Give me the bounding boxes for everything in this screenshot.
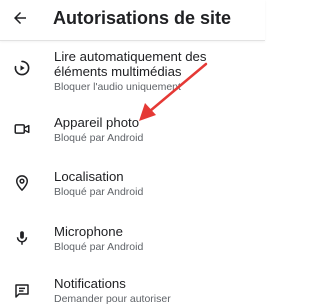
permission-status: Demander pour autoriser bbox=[54, 293, 171, 305]
permission-title: Appareil photo bbox=[54, 115, 140, 130]
permission-item-microphone[interactable]: Microphone Bloqué par Android bbox=[0, 219, 265, 259]
permission-item-notifications[interactable]: Notifications Demander pour autoriser bbox=[0, 273, 265, 305]
permission-status: Bloqué par Android bbox=[54, 132, 144, 144]
app-bar: Autorisations de site bbox=[0, 0, 265, 41]
permission-item-autoplay[interactable]: Lire automatiquement des éléments multim… bbox=[0, 44, 265, 93]
permission-item-camera[interactable]: Appareil photo Bloqué par Android bbox=[0, 110, 265, 150]
camera-icon bbox=[13, 120, 31, 138]
permission-status: Bloquer l'audio uniquement bbox=[54, 81, 181, 93]
permission-status: Bloqué par Android bbox=[54, 186, 144, 198]
notifications-icon bbox=[13, 282, 31, 300]
back-button[interactable] bbox=[8, 6, 32, 30]
location-icon bbox=[13, 174, 31, 192]
permission-title: Notifications bbox=[54, 276, 126, 291]
permission-item-location[interactable]: Localisation Bloqué par Android bbox=[0, 164, 265, 204]
permission-title: Microphone bbox=[54, 224, 123, 239]
autoplay-icon bbox=[13, 59, 31, 77]
permission-title: Localisation bbox=[54, 169, 124, 184]
permission-title: Lire automatiquement des éléments multim… bbox=[54, 49, 207, 79]
page-title: Autorisations de site bbox=[53, 8, 232, 28]
microphone-icon bbox=[13, 229, 31, 247]
permission-status: Bloqué par Android bbox=[54, 241, 144, 253]
arrow-back-icon bbox=[14, 12, 26, 24]
